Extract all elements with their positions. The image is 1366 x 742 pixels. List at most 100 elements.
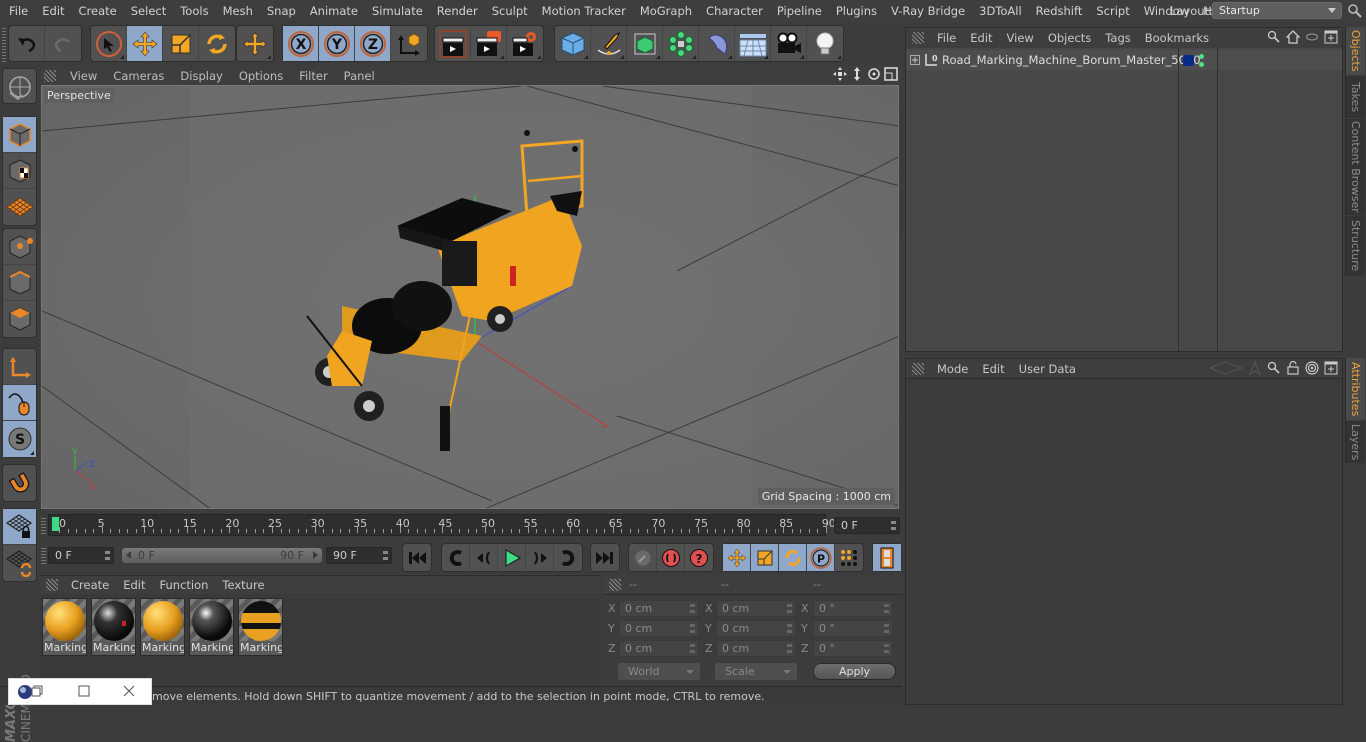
restore-icon[interactable] [31, 685, 43, 697]
3d-viewport[interactable]: Y Z X Perspective Grid Spacing : 1000 cm [41, 85, 899, 509]
previous-frame-button[interactable] [470, 544, 498, 571]
size-y-field[interactable]: 0 cm [716, 620, 796, 637]
frame-range-slider[interactable]: 0 F 90 F [122, 548, 322, 563]
spinner-icon[interactable] [884, 644, 889, 653]
add-camera-button[interactable] [771, 26, 807, 61]
key-point-level-button[interactable] [835, 544, 863, 571]
timeline-ruler[interactable]: 0 5 10 15 20 25 30 35 40 45 50 55 60 65 70 75 80 85 90 [48, 514, 836, 536]
close-icon[interactable] [123, 685, 135, 697]
back-arrow-icon[interactable] [1209, 361, 1243, 375]
timeline-grip[interactable] [41, 516, 46, 534]
spinner-icon[interactable] [787, 644, 792, 653]
previous-key-button[interactable] [442, 544, 470, 571]
goto-end-button[interactable] [591, 544, 619, 571]
viewport-menu-panel[interactable]: Panel [336, 69, 383, 83]
attributes-menu-edit[interactable]: Edit [975, 362, 1011, 376]
scale-tool-button[interactable] [163, 26, 199, 61]
start-frame-field[interactable]: 0 F [48, 547, 114, 564]
material-item[interactable]: Marking [42, 598, 87, 656]
end-frame-field[interactable]: 90 F [326, 547, 392, 564]
expand-icon[interactable] [910, 55, 920, 65]
menu-file[interactable]: File [0, 4, 35, 18]
snap-button[interactable]: S [3, 421, 36, 457]
record-settings-button[interactable] [629, 544, 657, 571]
menu-render[interactable]: Render [430, 4, 485, 18]
workplane-lock-button[interactable] [3, 509, 36, 545]
tab-layers[interactable]: Layers [1345, 421, 1365, 463]
attributes-menu-mode[interactable]: Mode [930, 362, 975, 376]
layer-color-swatch[interactable] [1183, 55, 1194, 66]
menu-redshift[interactable]: Redshift [1029, 4, 1090, 18]
spinner-icon[interactable] [884, 624, 889, 633]
playhead[interactable] [52, 517, 59, 531]
add-light-button[interactable] [807, 26, 843, 61]
move-tool-button[interactable] [127, 26, 163, 61]
render-visibility-dot[interactable] [1199, 62, 1204, 67]
up-arrow-icon[interactable] [1248, 361, 1262, 375]
menu-script[interactable]: Script [1089, 4, 1136, 18]
key-position-button[interactable] [723, 544, 751, 571]
tab-structure[interactable]: Structure [1345, 216, 1365, 276]
size-mode-select[interactable]: Scale [715, 663, 797, 680]
range-left-arrow-icon[interactable] [126, 551, 131, 559]
material-menu-create[interactable]: Create [64, 578, 116, 592]
menu-snap[interactable]: Snap [260, 4, 303, 18]
rotation-y-field[interactable]: 0 ° [813, 620, 893, 637]
add-deformer-button[interactable] [699, 26, 735, 61]
current-frame-field[interactable]: 0 F [834, 517, 900, 534]
rotate-view-icon[interactable] [867, 67, 881, 81]
panel-grip[interactable] [912, 32, 924, 44]
toolbar-grip[interactable] [2, 26, 6, 62]
model-mode-button[interactable] [3, 117, 36, 153]
spinner-icon[interactable] [690, 644, 695, 653]
new-panel-icon[interactable] [1324, 361, 1338, 375]
rotation-x-field[interactable]: 0 ° [813, 600, 893, 617]
search-icon[interactable] [1347, 3, 1363, 19]
material-menu-edit[interactable]: Edit [116, 578, 152, 592]
material-item[interactable]: Marking [91, 598, 136, 656]
render-view-button[interactable] [435, 26, 471, 61]
menu-plugins[interactable]: Plugins [829, 4, 884, 18]
size-x-field[interactable]: 0 cm [716, 600, 796, 617]
eye-icon[interactable] [1305, 30, 1319, 44]
workplane-align-button[interactable] [3, 545, 36, 581]
material-item[interactable]: Marking [189, 598, 234, 656]
axis-z-button[interactable]: Z [355, 26, 391, 61]
position-x-field[interactable]: 0 cm [619, 600, 699, 617]
spinner-icon[interactable] [891, 521, 896, 530]
lock-icon[interactable] [1286, 361, 1300, 375]
key-scale-button[interactable] [751, 544, 779, 571]
search-icon[interactable] [1267, 30, 1281, 44]
objects-menu-bookmarks[interactable]: Bookmarks [1138, 31, 1216, 45]
panel-grip[interactable] [44, 69, 56, 82]
spinner-icon[interactable] [690, 624, 695, 633]
viewport-menu-view[interactable]: View [62, 69, 105, 83]
menu-motion-tracker[interactable]: Motion Tracker [535, 4, 633, 18]
axis-mode-button[interactable] [3, 349, 36, 385]
maximize-icon[interactable] [78, 685, 90, 697]
magnet-button[interactable] [3, 465, 36, 501]
target-icon[interactable] [1305, 361, 1319, 375]
panel-grip[interactable] [46, 579, 58, 591]
transport-grip[interactable] [41, 546, 46, 564]
menu-select[interactable]: Select [124, 4, 173, 18]
new-panel-icon[interactable] [1324, 30, 1338, 44]
transform-tool-button[interactable] [237, 26, 273, 61]
record-active-objects-button[interactable] [657, 544, 685, 571]
objects-menu-file[interactable]: File [930, 31, 963, 45]
home-icon[interactable] [1286, 30, 1300, 44]
menu-edit[interactable]: Edit [35, 4, 71, 18]
menu-mesh[interactable]: Mesh [216, 4, 260, 18]
layout-select[interactable]: Startup [1212, 2, 1342, 19]
apply-button[interactable]: Apply [813, 663, 896, 680]
objects-menu-edit[interactable]: Edit [963, 31, 999, 45]
autokeying-button[interactable]: ? [685, 544, 713, 571]
material-menu-texture[interactable]: Texture [215, 578, 271, 592]
next-key-button[interactable] [554, 544, 582, 571]
material-item[interactable]: Marking [140, 598, 185, 656]
object-row[interactable]: 0 Road_Marking_Machine_Borum_Master_5000 [906, 50, 1342, 70]
menu-sculpt[interactable]: Sculpt [485, 4, 535, 18]
menu-animate[interactable]: Animate [303, 4, 365, 18]
search-icon[interactable] [1267, 361, 1281, 375]
points-mode-button[interactable] [3, 229, 36, 265]
